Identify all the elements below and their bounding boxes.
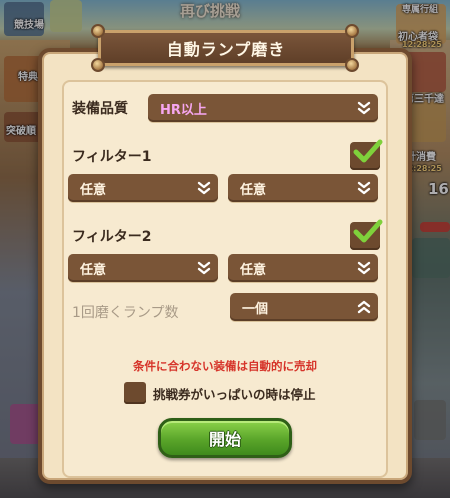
- bolt-icon: [91, 58, 105, 72]
- chevron-down-icon: [190, 174, 218, 202]
- bolt-icon: [91, 24, 105, 38]
- filter1-label: フィルター1: [72, 149, 152, 165]
- chevron-down-icon: [350, 254, 378, 282]
- bolt-icon: [345, 24, 359, 38]
- auto-sell-warning: 条件に合わない装備は自動的に売却: [133, 359, 317, 373]
- equipment-quality-select[interactable]: HR以上: [148, 94, 378, 122]
- lamp-count-value: 一個: [242, 301, 269, 317]
- filter2-select-b-value: 任意: [240, 262, 267, 278]
- filter1-select-a[interactable]: 任意: [68, 174, 218, 202]
- stop-when-full-label: 挑戦券がいっぱいの時は停止: [153, 387, 316, 402]
- equipment-quality-value: HR以上: [160, 102, 207, 118]
- start-button[interactable]: 開始: [158, 418, 292, 458]
- checkmark-icon: [353, 139, 383, 163]
- chevron-down-icon: [350, 174, 378, 202]
- chevron-down-icon: [350, 94, 378, 122]
- bolt-icon: [345, 58, 359, 72]
- filter1-select-b[interactable]: 任意: [228, 174, 378, 202]
- filter1-select-b-value: 任意: [240, 182, 267, 198]
- filter1-checkbox[interactable]: [350, 139, 383, 170]
- filter1-select-a-value: 任意: [80, 182, 107, 198]
- chevron-up-icon: [350, 293, 378, 321]
- filter2-checkbox[interactable]: [350, 219, 383, 250]
- filter2-select-b[interactable]: 任意: [228, 254, 378, 282]
- checkmark-icon: [353, 219, 383, 243]
- filter2-select-a-value: 任意: [80, 262, 107, 278]
- lamp-count-label: 1回磨くランプ数: [72, 305, 179, 321]
- equipment-quality-label: 装備品質: [72, 101, 128, 117]
- dialog-title-plate: 自動ランプ磨き: [98, 30, 354, 66]
- lamp-count-select[interactable]: 一個: [230, 293, 378, 321]
- filter2-select-a[interactable]: 任意: [68, 254, 218, 282]
- stop-when-full-checkbox[interactable]: [124, 382, 146, 404]
- dialog-title: 自動ランプ磨き: [166, 40, 286, 59]
- chevron-down-icon: [190, 254, 218, 282]
- filter2-label: フィルター2: [72, 229, 152, 245]
